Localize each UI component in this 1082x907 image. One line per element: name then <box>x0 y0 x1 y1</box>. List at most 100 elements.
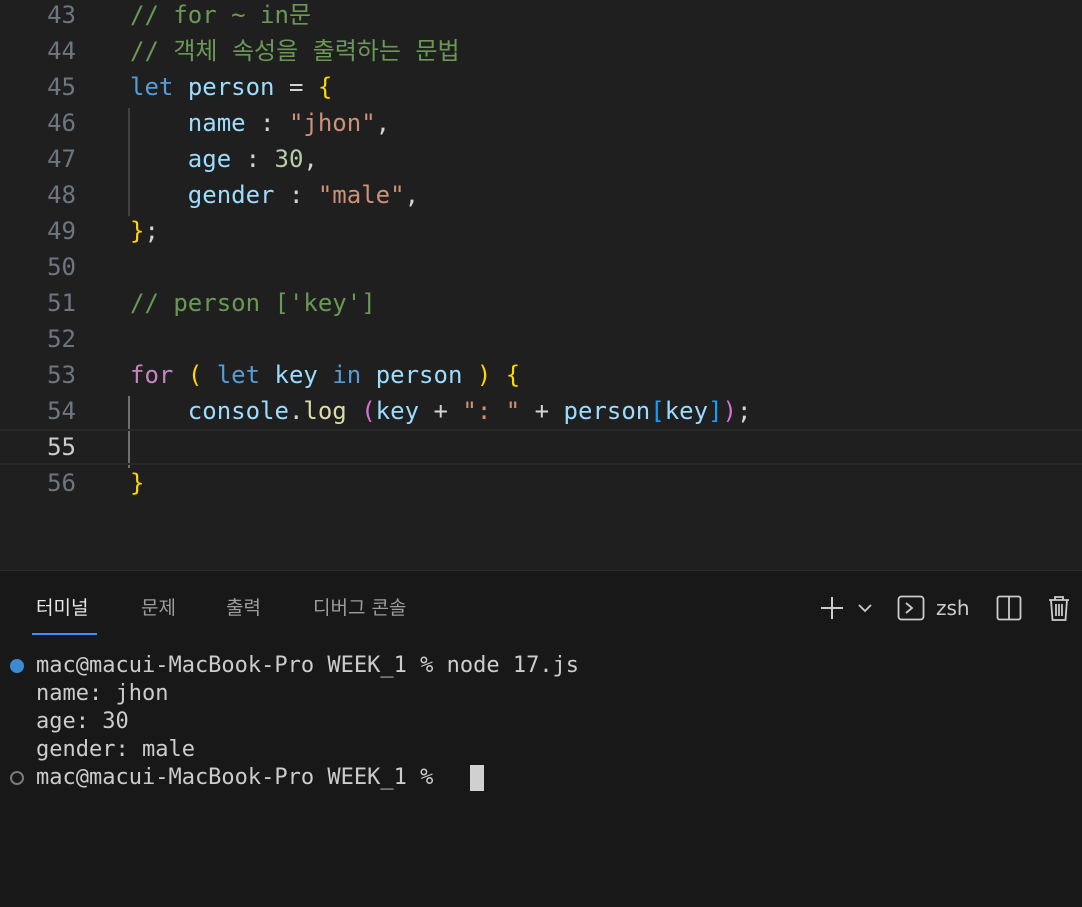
terminal-line: mac@macui-MacBook-Pro WEEK_1 % node 17.j… <box>36 653 580 678</box>
kill-terminal-button[interactable] <box>1046 593 1072 623</box>
code-token: name <box>187 109 246 137</box>
code-token: { <box>505 361 521 389</box>
line-number: 50 <box>47 253 76 281</box>
code-line[interactable]: 43 // for ~ in문 <box>0 0 1082 33</box>
code-token: let <box>216 361 261 389</box>
code-token: // for ~ in문 <box>130 1 312 29</box>
code-text: // 객체 속성을 출력하는 문법 <box>130 33 460 69</box>
code-token: , <box>375 109 391 137</box>
code-editor[interactable]: 43 // for ~ in문 44 // 객체 속성을 출력하는 문법 45 let p… <box>0 0 1082 570</box>
code-token: "jhon" <box>288 109 376 137</box>
code-line[interactable]: 49}; <box>0 213 1082 249</box>
line-number: 53 <box>47 361 76 389</box>
code-text: }; <box>130 213 159 249</box>
terminal-line: name: jhon <box>36 681 169 706</box>
tab-problems[interactable]: 문제 <box>141 593 176 623</box>
code-token: ; <box>736 397 752 425</box>
code-token: [ <box>650 397 665 425</box>
code-token: + <box>419 397 463 425</box>
code-text: } <box>130 465 144 501</box>
code-line[interactable]: 48 gender : "male", <box>0 177 1082 213</box>
line-number: 54 <box>47 397 76 425</box>
code-line[interactable]: 56} <box>0 465 1082 501</box>
shell-selector[interactable] <box>897 593 925 623</box>
tab-terminal[interactable]: 터미널 <box>36 593 88 623</box>
code-token: "male" <box>317 181 405 209</box>
code-line[interactable]: 44 // 객체 속성을 출력하는 문법 <box>0 33 1082 69</box>
code-line[interactable]: 45 let person = { <box>0 69 1082 105</box>
code-token: ; <box>144 217 159 245</box>
line-number: 46 <box>47 109 76 137</box>
code-text: gender : "male", <box>130 177 419 213</box>
code-line[interactable]: 54 console.log (key + ": " + person[key]… <box>0 393 1082 429</box>
code-token: for <box>130 361 174 389</box>
line-number: 49 <box>47 217 76 245</box>
code-text: age : 30, <box>130 141 318 177</box>
terminal-dropdown-button[interactable] <box>856 593 874 623</box>
code-token: age <box>187 145 232 173</box>
line-number: 55 <box>47 433 76 461</box>
code-token: = <box>274 73 318 101</box>
code-token: 30 <box>274 145 304 173</box>
terminal-line: mac@macui-MacBook-Pro WEEK_1 % <box>36 765 447 790</box>
code-token: person <box>375 361 463 389</box>
terminal-line: age: 30 <box>36 709 129 734</box>
trash-icon <box>1049 596 1069 621</box>
terminal-icon <box>897 595 925 621</box>
code-text: for ( let key in person ) { <box>130 357 520 393</box>
code-token: key <box>664 397 709 425</box>
command-success-icon[interactable] <box>10 659 24 673</box>
code-token: , <box>303 145 318 173</box>
code-token: : <box>274 181 318 209</box>
code-line[interactable]: 52 <box>0 321 1082 357</box>
code-line[interactable]: 53 for ( let key in person ) { <box>0 357 1082 393</box>
code-token: + <box>520 397 564 425</box>
code-token: } <box>130 217 145 245</box>
code-line[interactable]: 55 <box>0 429 1082 465</box>
active-tab-indicator <box>32 633 97 635</box>
line-number: 47 <box>47 145 76 173</box>
code-text: // person ['key'] <box>130 285 376 321</box>
code-token: : <box>245 109 289 137</box>
tab-output[interactable]: 출력 <box>226 593 261 623</box>
code-token: ( <box>361 397 376 425</box>
code-text: console.log (key + ": " + person[key]); <box>130 393 752 429</box>
code-text: name : "jhon", <box>130 105 390 141</box>
code-token: // 객체 속성을 출력하는 문법 <box>130 37 460 65</box>
code-line[interactable]: 50 <box>0 249 1082 285</box>
code-line[interactable]: 46 name : "jhon", <box>0 105 1082 141</box>
shell-label[interactable]: zsh <box>936 593 970 623</box>
tab-debug-console[interactable]: 디버그 콘솔 <box>313 593 406 623</box>
code-token: in <box>332 361 362 389</box>
code-token: console <box>187 397 289 425</box>
code-token: let <box>130 73 174 101</box>
code-token: { <box>317 73 333 101</box>
code-line[interactable]: 47 age : 30, <box>0 141 1082 177</box>
code-token: , <box>404 181 420 209</box>
terminal-line: gender: male <box>36 737 195 762</box>
plus-icon <box>821 597 843 619</box>
line-number: 45 <box>47 73 76 101</box>
code-token: person <box>563 397 651 425</box>
code-token: ) <box>722 397 737 425</box>
line-number: 48 <box>47 181 76 209</box>
command-pending-icon[interactable] <box>10 771 24 785</box>
split-terminal-button[interactable] <box>996 593 1022 623</box>
code-token: gender <box>187 181 275 209</box>
code-token: ) <box>476 361 492 389</box>
line-number: 43 <box>47 1 76 29</box>
code-line[interactable]: 51 // person ['key'] <box>0 285 1082 321</box>
new-terminal-button[interactable] <box>818 593 846 623</box>
code-token: : <box>231 145 275 173</box>
code-token: key <box>375 397 420 425</box>
